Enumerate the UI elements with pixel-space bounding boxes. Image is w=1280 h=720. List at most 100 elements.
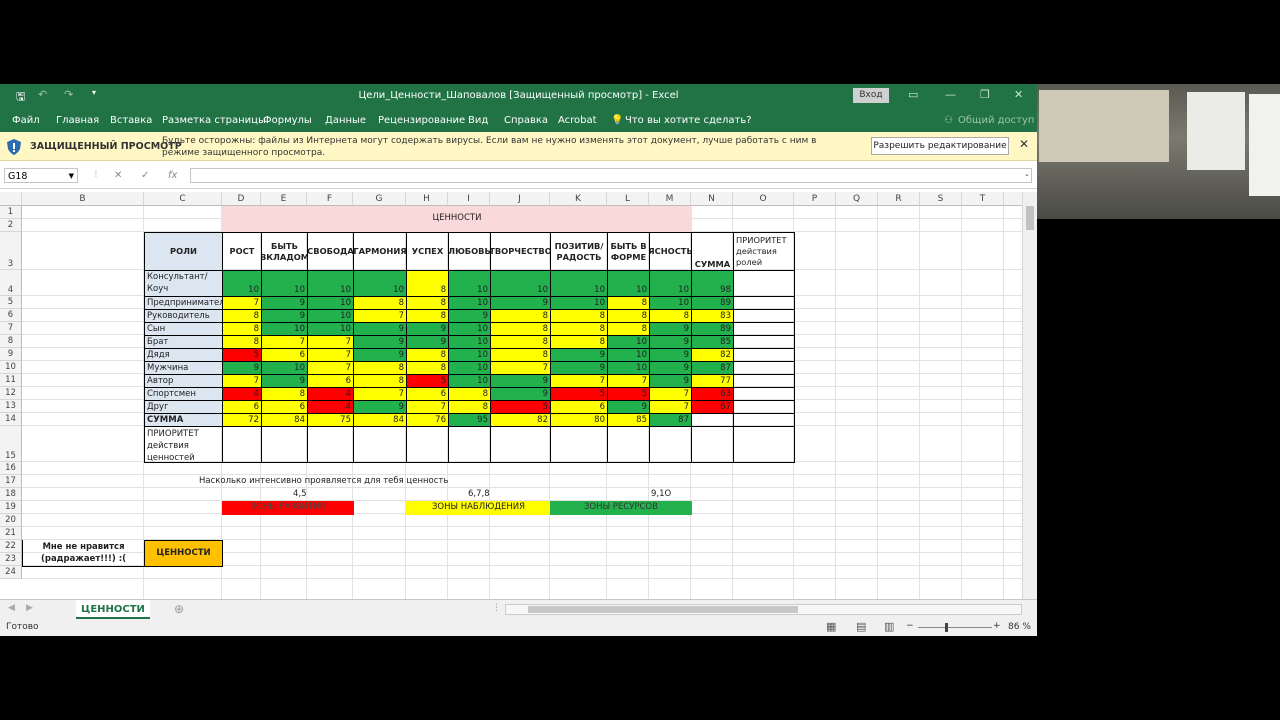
column-header[interactable]: I [448, 192, 490, 206]
score-cell[interactable]: 9 [261, 296, 308, 310]
score-cell[interactable]: 8 [550, 322, 608, 336]
row-header[interactable]: 19 [0, 501, 22, 514]
name-box[interactable]: G18 ▼ [4, 168, 78, 183]
row-header[interactable]: 2 [0, 219, 22, 232]
score-cell[interactable]: 8 [550, 335, 608, 349]
value-sum-cell[interactable]: 95 [448, 413, 491, 427]
score-cell[interactable]: 6 [550, 400, 608, 414]
score-cell[interactable]: 7 [222, 374, 262, 388]
zoom-slider-thumb[interactable] [945, 623, 948, 632]
score-cell[interactable]: 4 [307, 387, 354, 401]
vertical-scrollbar[interactable] [1022, 192, 1037, 599]
row-header[interactable]: 15 [0, 426, 22, 462]
row-header[interactable]: 21 [0, 527, 22, 540]
chevron-down-icon[interactable]: ▼ [69, 169, 74, 184]
score-cell[interactable]: 4 [307, 400, 354, 414]
score-cell[interactable]: 9 [353, 335, 407, 349]
tab-help[interactable]: Справка [504, 115, 548, 126]
score-cell[interactable]: 8 [406, 361, 449, 375]
value-priority-cell[interactable] [649, 426, 692, 463]
score-cell[interactable]: 9 [353, 400, 407, 414]
row-header[interactable]: 4 [0, 270, 22, 296]
row-header[interactable]: 20 [0, 514, 22, 527]
score-cell[interactable]: 9 [649, 361, 692, 375]
share-button[interactable]: Общий доступ [958, 115, 1034, 126]
role-priority-cell[interactable] [733, 296, 795, 310]
score-cell[interactable]: 10 [448, 322, 491, 336]
value-priority-cell[interactable] [261, 426, 308, 463]
score-cell[interactable]: 9 [448, 309, 491, 323]
score-cell[interactable]: 8 [448, 400, 491, 414]
ribbon-display-icon[interactable]: ▭ [908, 88, 918, 101]
role-priority-cell[interactable] [733, 335, 795, 349]
value-priority-cell[interactable] [490, 426, 551, 463]
score-cell[interactable]: 4 [222, 387, 262, 401]
value-sum-cell[interactable]: 84 [261, 413, 308, 427]
score-cell[interactable]: 9 [406, 322, 449, 336]
row-header[interactable]: 8 [0, 335, 22, 348]
value-sum-cell[interactable]: 85 [607, 413, 650, 427]
row-header[interactable]: 22 [0, 540, 22, 553]
score-cell[interactable]: 10 [448, 348, 491, 362]
value-sum-cell[interactable]: 80 [550, 413, 608, 427]
normal-view-icon[interactable]: ▦ [826, 620, 836, 633]
value-sum-cell[interactable]: 87 [649, 413, 692, 427]
row-header[interactable]: 9 [0, 348, 22, 361]
value-sum-cell[interactable]: 76 [406, 413, 449, 427]
column-header[interactable]: P [794, 192, 836, 206]
value-sum-cell[interactable]: 75 [307, 413, 354, 427]
minimize-icon[interactable]: — [945, 88, 956, 101]
score-cell[interactable]: 8 [353, 374, 407, 388]
score-cell[interactable]: 8 [406, 348, 449, 362]
tab-formulas[interactable]: Формулы [263, 115, 312, 126]
role-priority-cell[interactable] [733, 374, 795, 388]
score-cell[interactable]: 10 [448, 335, 491, 349]
role-sum-cell[interactable]: 98 [691, 270, 734, 297]
value-priority-cell[interactable] [307, 426, 354, 463]
column-header[interactable]: D [222, 192, 261, 206]
tab-home[interactable]: Главная [56, 115, 99, 126]
row-header[interactable]: 24 [0, 566, 22, 579]
column-header[interactable]: J [490, 192, 550, 206]
score-cell[interactable]: 9 [649, 374, 692, 388]
score-cell[interactable]: 5 [222, 348, 262, 362]
select-all-corner[interactable] [0, 192, 22, 206]
score-cell[interactable]: 7 [353, 387, 407, 401]
tab-view[interactable]: Вид [468, 115, 488, 126]
score-cell[interactable]: 10 [448, 296, 491, 310]
total-priority-cell[interactable] [733, 413, 795, 427]
role-priority-cell[interactable] [733, 348, 795, 362]
score-cell[interactable]: 8 [490, 309, 551, 323]
worksheet-grid[interactable]: BCDEFGHIJKLMNOPQRSTU12345678910111213141… [0, 192, 1022, 599]
value-sum-cell[interactable]: 84 [353, 413, 407, 427]
score-cell[interactable]: 8 [222, 322, 262, 336]
prev-sheet-icon[interactable]: ◀ [8, 603, 15, 613]
score-cell[interactable]: 8 [353, 361, 407, 375]
score-cell[interactable]: 10 [222, 270, 262, 297]
value-sum-cell[interactable]: 72 [222, 413, 262, 427]
score-cell[interactable]: 10 [448, 374, 491, 388]
role-sum-cell[interactable]: 87 [691, 361, 734, 375]
row-header[interactable]: 13 [0, 400, 22, 413]
score-cell[interactable]: 10 [307, 270, 354, 297]
score-cell[interactable]: 9 [490, 387, 551, 401]
tab-acrobat[interactable]: Acrobat [558, 115, 597, 126]
column-header[interactable]: G [353, 192, 406, 206]
score-cell[interactable]: 10 [307, 322, 354, 336]
score-cell[interactable]: 9 [649, 322, 692, 336]
sheet-tab-values[interactable]: ЦЕННОСТИ [76, 600, 150, 619]
tab-data[interactable]: Данные [325, 115, 366, 126]
role-sum-cell[interactable]: 77 [691, 374, 734, 388]
score-cell[interactable]: 9 [261, 374, 308, 388]
score-cell[interactable]: 8 [607, 322, 650, 336]
score-cell[interactable]: 8 [607, 296, 650, 310]
score-cell[interactable]: 10 [353, 270, 407, 297]
score-cell[interactable]: 9 [649, 335, 692, 349]
score-cell[interactable]: 8 [649, 309, 692, 323]
score-cell[interactable]: 6 [406, 387, 449, 401]
row-header[interactable]: 11 [0, 374, 22, 387]
page-layout-icon[interactable]: ▤ [856, 620, 866, 633]
horizontal-scrollbar[interactable] [505, 604, 1022, 615]
score-cell[interactable]: 10 [307, 309, 354, 323]
formula-input[interactable] [190, 168, 1032, 183]
